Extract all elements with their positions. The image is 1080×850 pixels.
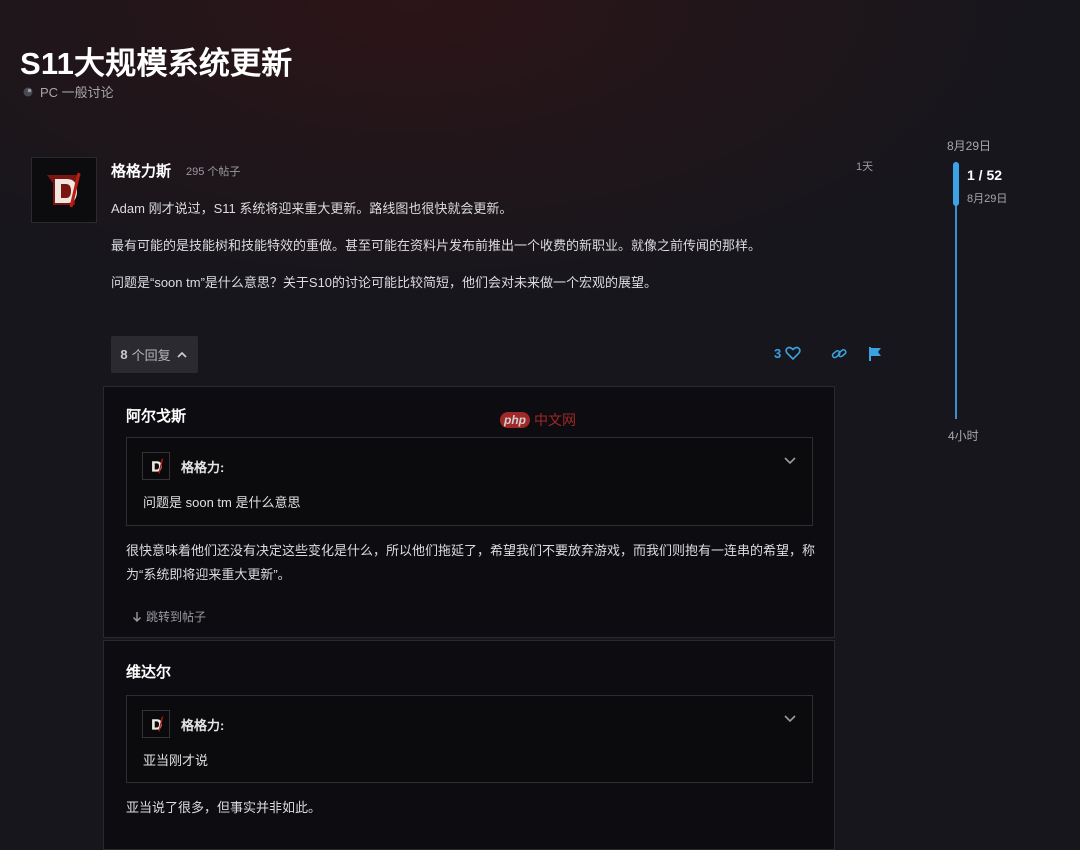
timeline-position-date: 8月29日 [967,193,1008,205]
quote-author: 格格力: [181,460,225,475]
diablo-logo-icon [152,458,164,474]
post-paragraph: 最有可能的是技能树和技能特效的重做。甚至可能在资料片发布前推出一个收费的新职业。… [111,238,762,253]
diablo-logo-icon [152,716,164,732]
quote-avatar [142,710,170,738]
arrow-down-icon [133,611,141,622]
reply-text: 很快意味着他们还没有决定这些变化是什么，所以他们拖延了，希望我们不要放弃游戏，而… [126,543,816,582]
reply-text: 亚当说了很多，但事实并非如此。 [126,800,322,815]
post-count: 295 个帖子 [186,166,241,178]
timeline-handle[interactable] [953,162,959,206]
watermark-text: 中文网 [534,412,576,428]
jump-label: 跳转到帖子 [146,610,207,624]
chevron-down-icon[interactable] [782,452,798,468]
quote-avatar [142,452,170,480]
quote-block: 格格力: 问题是 soon tm 是什么意思 [126,437,813,526]
quote-text: 问题是 soon tm 是什么意思 [143,495,301,510]
chevron-up-icon [176,351,187,358]
reply-card: 维达尔 格格力: 亚当刚才说 亚当说了很多，但事实并非如此。 [103,640,835,850]
post-time[interactable]: 1天 [856,158,873,174]
reply-author[interactable]: 维达尔 [126,661,171,682]
link-icon[interactable] [830,345,848,363]
diablo-logo-icon [47,172,81,208]
quote-text: 亚当刚才说 [143,753,209,768]
post-paragraph: Adam 刚才说过，S11 系统将迎来重大更新。路线图也很快就会更新。 [111,201,513,216]
jump-to-post-link[interactable]: 跳转到帖子 [132,608,206,625]
timeline-position: 1 / 52 [967,167,1003,183]
like-button[interactable]: 3 [774,344,802,362]
chevron-down-icon[interactable] [782,710,798,726]
like-count: 3 [774,345,782,361]
category-label: PC 一般讨论 [40,85,114,100]
flag-icon[interactable] [866,345,884,363]
category-icon [23,87,33,96]
quote-author: 格格力: [181,718,225,733]
avatar[interactable] [31,157,97,223]
post-actions: 3 [774,344,881,362]
watermark-badge: php [500,412,530,428]
heart-icon [785,346,801,361]
post-body: Adam 刚才说过，S11 系统将迎来重大更新。路线图也很快就会更新。 最有可能… [111,199,871,310]
replies-label: 个回复 [131,348,171,363]
watermark: php 中文网 [500,410,576,430]
reply-author[interactable]: 阿尔戈斯 [126,405,186,426]
replies-toggle-button[interactable]: 8 个回复 [111,336,198,373]
post-author[interactable]: 格格力斯 [111,160,171,181]
post-paragraph: 问题是“soon tm”是什么意思？关于S10的讨论可能比较简短，他们会对未来做… [111,275,658,290]
category-badge[interactable]: PC 一般讨论 [22,82,114,101]
timeline-end-label[interactable]: 4小时 [948,427,979,444]
quote-block: 格格力: 亚当刚才说 [126,695,813,783]
topic-title: S11大规模系统更新 [20,46,293,81]
timeline-start-date[interactable]: 8月29日 [947,137,991,154]
replies-count: 8 [120,347,128,362]
reply-card: 阿尔戈斯 格格力: 问题是 soon tm 是什么意思 很快意味着他们还没有决定… [103,386,835,638]
